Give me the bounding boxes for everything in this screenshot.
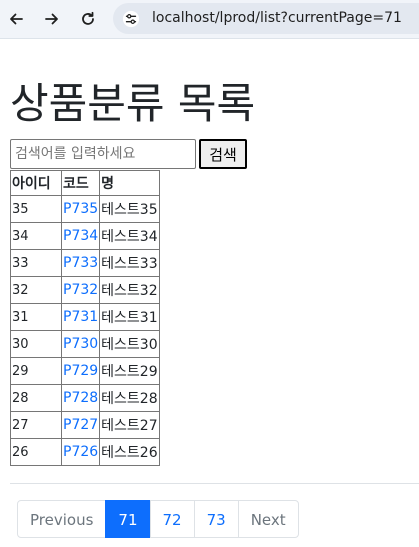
table-header-row: 아이디 코드 명 <box>10 170 160 196</box>
table-row: 26 P726 테스트26 <box>10 438 160 466</box>
divider <box>10 483 419 484</box>
cell-id: 26 <box>10 438 62 466</box>
cell-code: P729 <box>60 357 101 385</box>
pagination-previous[interactable]: Previous <box>17 500 107 538</box>
browser-toolbar: localhost/lprod/list?currentPage=71 <box>0 0 419 39</box>
pagination-page-71[interactable]: 71 <box>105 500 151 538</box>
code-link[interactable]: P735 <box>63 201 98 217</box>
cell-name: 테스트30 <box>99 330 160 358</box>
cell-id: 32 <box>10 276 62 304</box>
back-arrow-icon[interactable] <box>6 9 26 29</box>
table-row: 28 P728 테스트28 <box>10 384 160 412</box>
table-row: 34 P734 테스트34 <box>10 222 160 250</box>
cell-id: 29 <box>10 357 62 385</box>
cell-name: 테스트29 <box>99 357 160 385</box>
pagination-page-73[interactable]: 73 <box>193 500 239 538</box>
cell-id: 33 <box>10 249 62 277</box>
code-link[interactable]: P728 <box>63 390 98 406</box>
cell-code: P730 <box>60 330 101 358</box>
cell-code: P727 <box>60 411 101 439</box>
code-link[interactable]: P733 <box>63 255 98 271</box>
reload-icon[interactable] <box>78 9 98 29</box>
table-row: 30 P730 테스트30 <box>10 330 160 358</box>
cell-name: 테스트31 <box>99 303 160 331</box>
cell-code: P733 <box>60 249 101 277</box>
table-row: 29 P729 테스트29 <box>10 357 160 385</box>
cell-code: P734 <box>60 222 101 250</box>
cell-code: P726 <box>60 438 101 466</box>
pagination-page-72[interactable]: 72 <box>149 500 195 538</box>
category-table: 아이디 코드 명 35 P735 테스트35 34 P734 테스트34 33 … <box>10 170 160 466</box>
cell-code: P735 <box>60 195 101 223</box>
table-row: 27 P727 테스트27 <box>10 411 160 439</box>
cell-code: P731 <box>60 303 101 331</box>
table-row: 33 P733 테스트33 <box>10 249 160 277</box>
cell-name: 테스트32 <box>99 276 160 304</box>
cell-name: 테스트35 <box>99 195 160 223</box>
code-link[interactable]: P732 <box>63 282 98 298</box>
page-title: 상품분류 목록 <box>10 79 256 128</box>
cell-id: 27 <box>10 411 62 439</box>
cell-id: 31 <box>10 303 62 331</box>
column-header-name: 명 <box>99 170 160 196</box>
search-button[interactable]: 검색 <box>199 139 247 169</box>
code-link[interactable]: P730 <box>63 336 98 352</box>
cell-id: 34 <box>10 222 62 250</box>
forward-arrow-icon[interactable] <box>42 9 62 29</box>
cell-name: 테스트27 <box>99 411 160 439</box>
cell-name: 테스트28 <box>99 384 160 412</box>
code-link[interactable]: P727 <box>63 417 98 433</box>
site-info-icon[interactable] <box>121 9 141 29</box>
code-link[interactable]: P729 <box>63 363 98 379</box>
cell-name: 테스트33 <box>99 249 160 277</box>
address-bar[interactable]: localhost/lprod/list?currentPage=71 <box>113 3 419 34</box>
url-text[interactable]: localhost/lprod/list?currentPage=71 <box>152 10 402 26</box>
cell-name: 테스트26 <box>99 438 160 466</box>
cell-code: P732 <box>60 276 101 304</box>
search-input[interactable] <box>10 139 196 169</box>
code-link[interactable]: P734 <box>63 228 98 244</box>
cell-code: P728 <box>60 384 101 412</box>
table-row: 35 P735 테스트35 <box>10 195 160 223</box>
table-row: 31 P731 테스트31 <box>10 303 160 331</box>
cell-id: 30 <box>10 330 62 358</box>
pagination: Previous 71 72 73 Next <box>17 500 299 538</box>
code-link[interactable]: P726 <box>63 444 98 460</box>
cell-id: 28 <box>10 384 62 412</box>
column-header-code: 코드 <box>60 170 101 196</box>
pagination-next[interactable]: Next <box>237 500 299 538</box>
table-row: 32 P732 테스트32 <box>10 276 160 304</box>
column-header-id: 아이디 <box>10 170 62 196</box>
cell-name: 테스트34 <box>99 222 160 250</box>
code-link[interactable]: P731 <box>63 309 98 325</box>
cell-id: 35 <box>10 195 62 223</box>
